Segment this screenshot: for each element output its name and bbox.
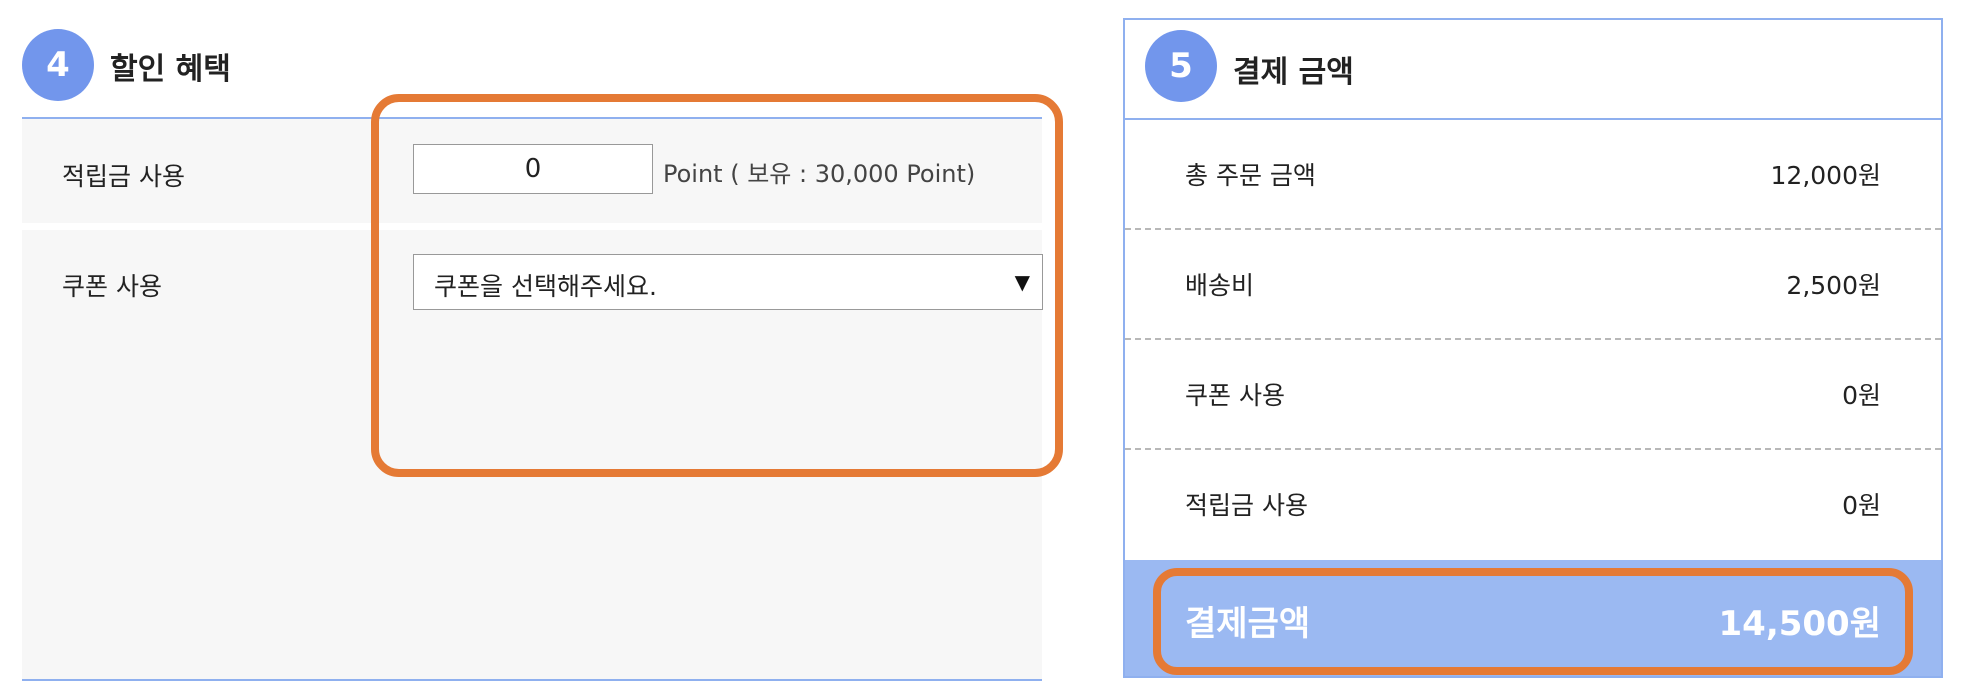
total-label: 결제금액 (1185, 604, 1311, 644)
payment-panel: 5 결제 금액 총 주문 금액 12,000원 배송비 2,500원 쿠폰 사용… (1123, 18, 1943, 678)
payment-total-bar: 결제금액 14,500원 (1125, 560, 1941, 676)
summary-label: 쿠폰 사용 (1185, 381, 1285, 410)
summary-label: 배송비 (1185, 271, 1255, 300)
points-input[interactable] (413, 144, 653, 194)
summary-value: 12,000원 (1770, 161, 1881, 190)
points-balance-info: Point ( 보유 : 30,000 Point) (663, 160, 976, 188)
summary-value: 0원 (1842, 381, 1881, 410)
summary-row-shipping: 배송비 2,500원 (1125, 230, 1941, 340)
coupon-label: 쿠폰 사용 (62, 272, 162, 301)
summary-row-order-total: 총 주문 금액 12,000원 (1125, 120, 1941, 230)
chevron-down-icon: ▼ (1014, 270, 1030, 294)
step-4-badge: 4 (22, 29, 94, 101)
summary-row-coupon: 쿠폰 사용 0원 (1125, 340, 1941, 450)
row-divider (22, 223, 1042, 230)
step-5-badge: 5 (1145, 30, 1217, 102)
summary-value: 0원 (1842, 491, 1881, 520)
discount-section-title: 할인 혜택 (110, 52, 231, 87)
summary-row-points: 적립금 사용 0원 (1125, 450, 1941, 560)
coupon-select[interactable]: 쿠폰을 선택해주세요. ▼ (413, 254, 1043, 310)
summary-value: 2,500원 (1786, 271, 1881, 300)
summary-label: 총 주문 금액 (1185, 161, 1316, 190)
payment-section-title: 결제 금액 (1233, 55, 1354, 90)
discount-panel: 적립금 사용 Point ( 보유 : 30,000 Point) 쿠폰 사용 … (22, 117, 1043, 681)
coupon-select-value: 쿠폰을 선택해주세요. (434, 272, 657, 301)
summary-label: 적립금 사용 (1185, 491, 1308, 520)
points-label: 적립금 사용 (62, 162, 185, 191)
total-amount: 14,500원 (1718, 604, 1881, 644)
